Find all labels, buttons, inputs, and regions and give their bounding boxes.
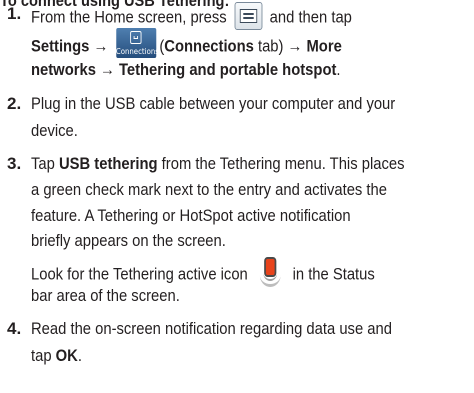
step-4-line-1: Read the on-screen notification regardin…	[31, 319, 392, 338]
step-1-line-3: networks → Tethering and portable hotspo…	[31, 60, 341, 80]
ok-label: OK	[55, 346, 78, 365]
step-1-line-1: From the Home screen, press and then tap	[31, 2, 352, 32]
step-2-line-2: device.	[31, 121, 78, 140]
step-3-line-4: briefly appears on the screen.	[31, 231, 226, 250]
tethering-active-icon	[255, 255, 286, 289]
step-1-text: and then tap	[269, 7, 352, 27]
step-1-text: tab) →	[253, 36, 307, 56]
connections-label: Connections	[164, 36, 254, 56]
step-4-text: tap	[31, 346, 56, 365]
step-3-line-1: Tap USB tethering from the Tethering men…	[31, 154, 404, 174]
instruction-page: To connect using USB Tethering: 1. From …	[0, 0, 474, 393]
step-4-line-2: tap OK.	[31, 346, 82, 366]
step-number: 4.	[7, 319, 22, 338]
step-1-text: From the Home screen, press	[31, 7, 227, 27]
step-3-line-6: bar area of the screen.	[31, 286, 180, 305]
step-number: 3.	[7, 154, 22, 173]
more-label: More	[306, 36, 342, 56]
step-3-text: Look for the Tethering active icon	[31, 264, 248, 284]
settings-label: Settings →	[31, 36, 109, 56]
step-1-line-2: Settings → Connections (Connections tab)…	[31, 28, 342, 62]
step-3-line-2: a green check mark next to the entry and…	[31, 180, 387, 199]
step-2-line-1: Plug in the USB cable between your compu…	[31, 94, 396, 113]
step-3-line-3: feature. A Tethering or HotSpot active n…	[31, 206, 351, 225]
menu-path-label: networks → Tethering and portable hotspo…	[31, 60, 337, 79]
step-3-text: Tap	[31, 154, 59, 173]
step-3-text: from the Tethering menu. This places	[157, 154, 405, 173]
step-number: 2.	[7, 94, 22, 113]
step-4-text: .	[77, 346, 82, 365]
menu-key-icon	[234, 2, 263, 30]
connections-tab-icon: Connections	[115, 28, 159, 58]
usb-tethering-label: USB tethering	[58, 154, 158, 173]
step-1-text: .	[336, 60, 341, 79]
step-3-text: in the Status	[292, 264, 375, 284]
connections-tab-label: Connections	[115, 47, 159, 56]
step-number: 1.	[7, 4, 22, 23]
